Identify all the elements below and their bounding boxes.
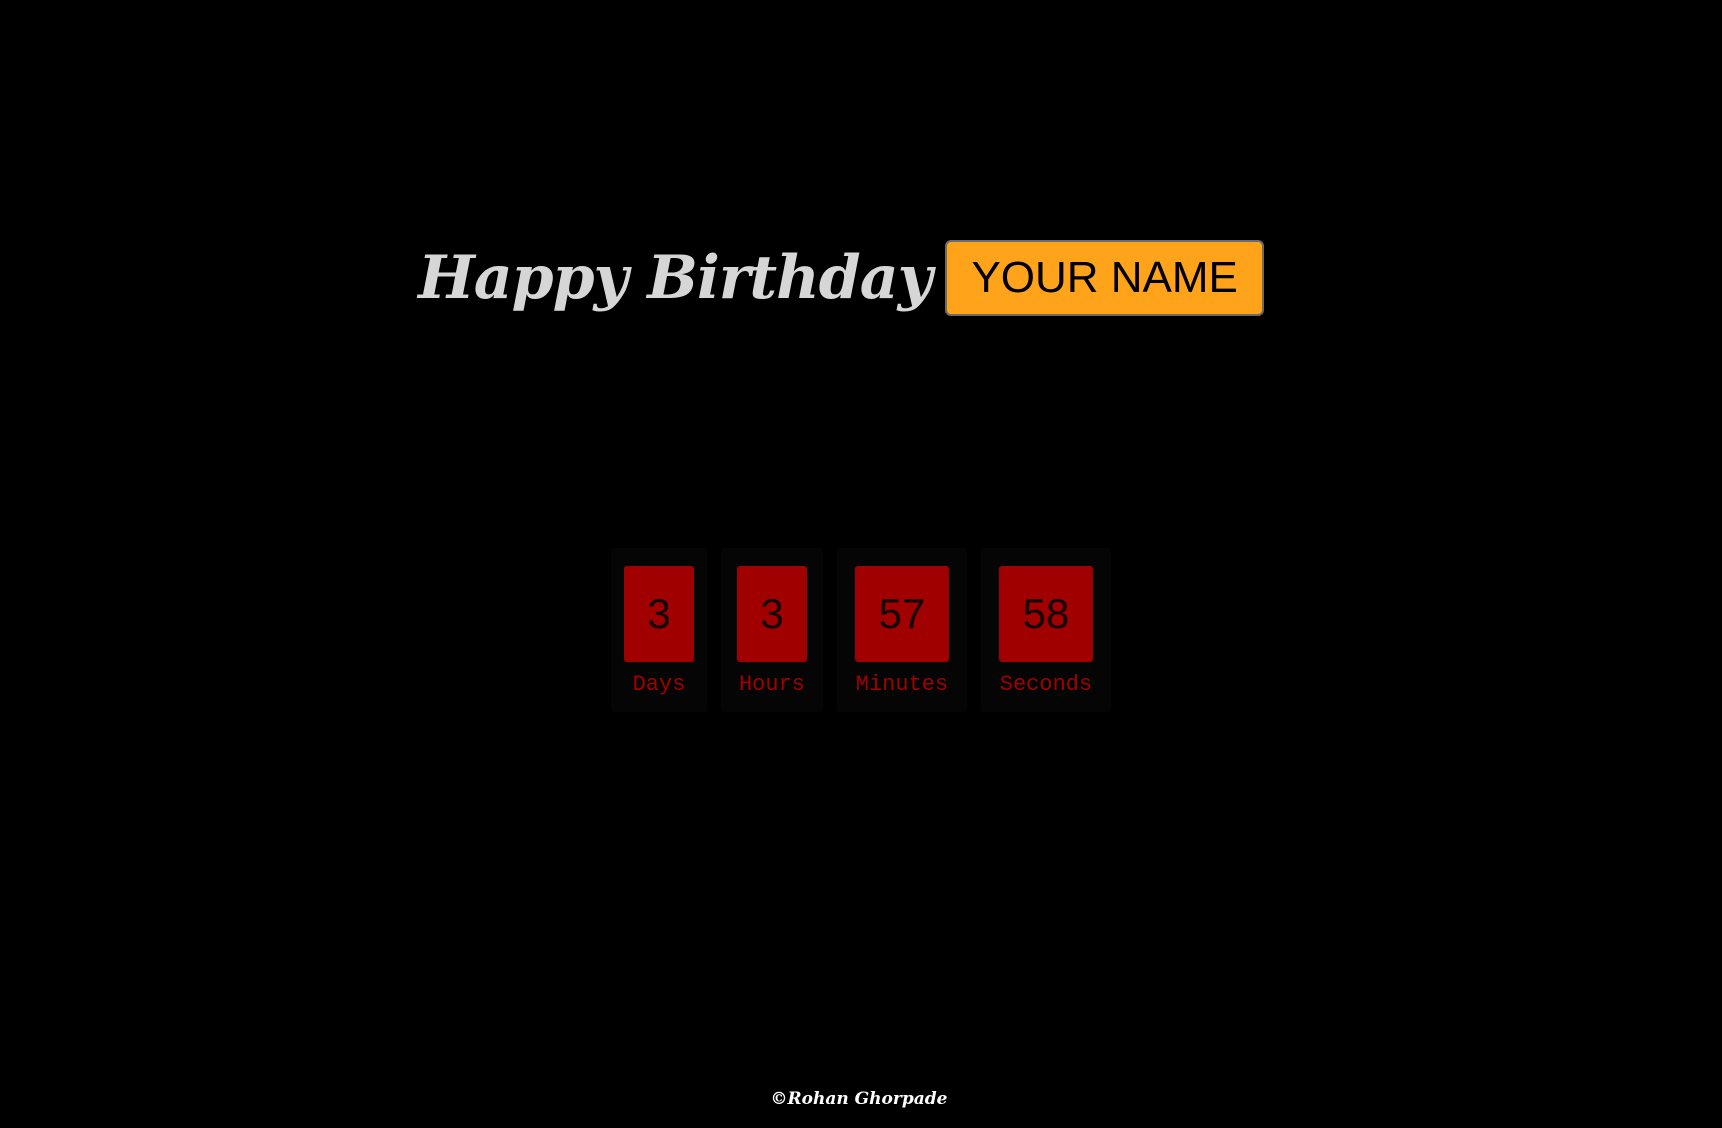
seconds-value: 58 — [999, 566, 1093, 662]
countdown-minutes: 57 Minutes — [837, 548, 967, 712]
seconds-label: Seconds — [999, 672, 1093, 697]
minutes-value: 57 — [855, 566, 949, 662]
footer-credit: ©Rohan Ghorpade — [770, 1089, 948, 1109]
page-title: Happy Birthday — [418, 243, 932, 313]
minutes-label: Minutes — [855, 672, 949, 697]
countdown-hours: 3 Hours — [721, 548, 823, 712]
countdown-seconds: 58 Seconds — [981, 548, 1111, 712]
countdown-timer: 3 Days 3 Hours 57 Minutes 58 Seconds — [0, 548, 1722, 712]
hours-label: Hours — [738, 672, 805, 697]
days-label: Days — [632, 672, 686, 697]
name-input[interactable]: YOUR NAME — [945, 240, 1264, 316]
header: Happy Birthday YOUR NAME — [0, 240, 1722, 316]
hours-value: 3 — [737, 566, 807, 662]
countdown-days: 3 Days — [611, 548, 707, 712]
days-value: 3 — [624, 566, 694, 662]
